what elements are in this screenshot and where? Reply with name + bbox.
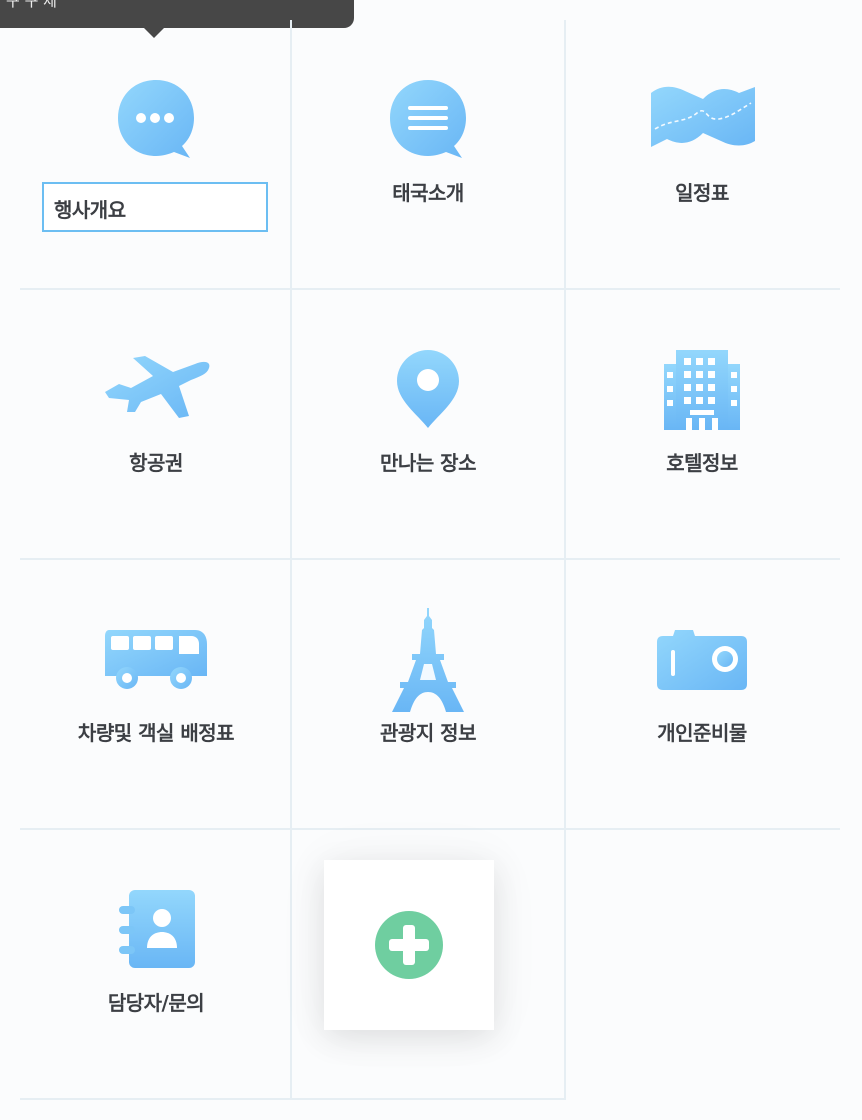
location-pin-icon <box>368 344 488 434</box>
map-icon <box>642 74 762 164</box>
bus-icon <box>96 614 216 704</box>
menu-item-label: 개인준비물 <box>657 721 747 745</box>
chat-bubble-dots-icon <box>96 74 216 164</box>
menu-item-contact[interactable]: 담당자/문의 <box>20 830 292 1098</box>
menu-item-personal-items[interactable]: 개인준비물 <box>566 560 838 828</box>
tooltip-text: 구 구 제 <box>6 0 57 10</box>
hotel-building-icon <box>642 344 762 434</box>
menu-item-label: 항공권 <box>129 451 183 475</box>
menu-item-label: 관광지 정보 <box>380 721 476 745</box>
menu-item-label: 일정표 <box>675 181 729 205</box>
menu-item-hotel-info[interactable]: 호텔정보 <box>566 290 838 558</box>
menu-item-label: 담당자/문의 <box>107 991 205 1015</box>
menu-item-vehicle-room[interactable]: 차량및 객실 배정표 <box>20 560 292 828</box>
menu-item-thailand-intro[interactable]: 태국소개 <box>292 20 564 288</box>
contact-book-icon <box>96 884 216 974</box>
eiffel-tower-icon <box>368 608 488 712</box>
plus-circle-icon <box>375 911 443 979</box>
camera-icon <box>642 614 762 704</box>
menu-item-tourist-info[interactable]: 관광지 정보 <box>292 560 564 828</box>
menu-item-schedule[interactable]: 일정표 <box>566 20 838 288</box>
menu-page: 구 구 제 행사개요 태국소개 일정표 항공권 만나는 장소 호텔정보 차량및 … <box>0 0 862 1120</box>
menu-item-label: 만나는 장소 <box>380 451 476 475</box>
menu-item-label: 태국소개 <box>392 181 464 205</box>
menu-item-event-overview[interactable]: 행사개요 <box>20 20 292 288</box>
grid-divider <box>20 1098 566 1100</box>
menu-item-label: 차량및 객실 배정표 <box>77 721 235 745</box>
menu-item-flight[interactable]: 항공권 <box>20 290 292 558</box>
menu-item-label: 행사개요 <box>42 182 268 232</box>
airplane-icon <box>96 344 216 434</box>
menu-item-meeting-place[interactable]: 만나는 장소 <box>292 290 564 558</box>
menu-item-label: 호텔정보 <box>666 451 738 475</box>
add-menu-button[interactable] <box>324 860 494 1030</box>
chat-bubble-lines-icon <box>368 74 488 164</box>
